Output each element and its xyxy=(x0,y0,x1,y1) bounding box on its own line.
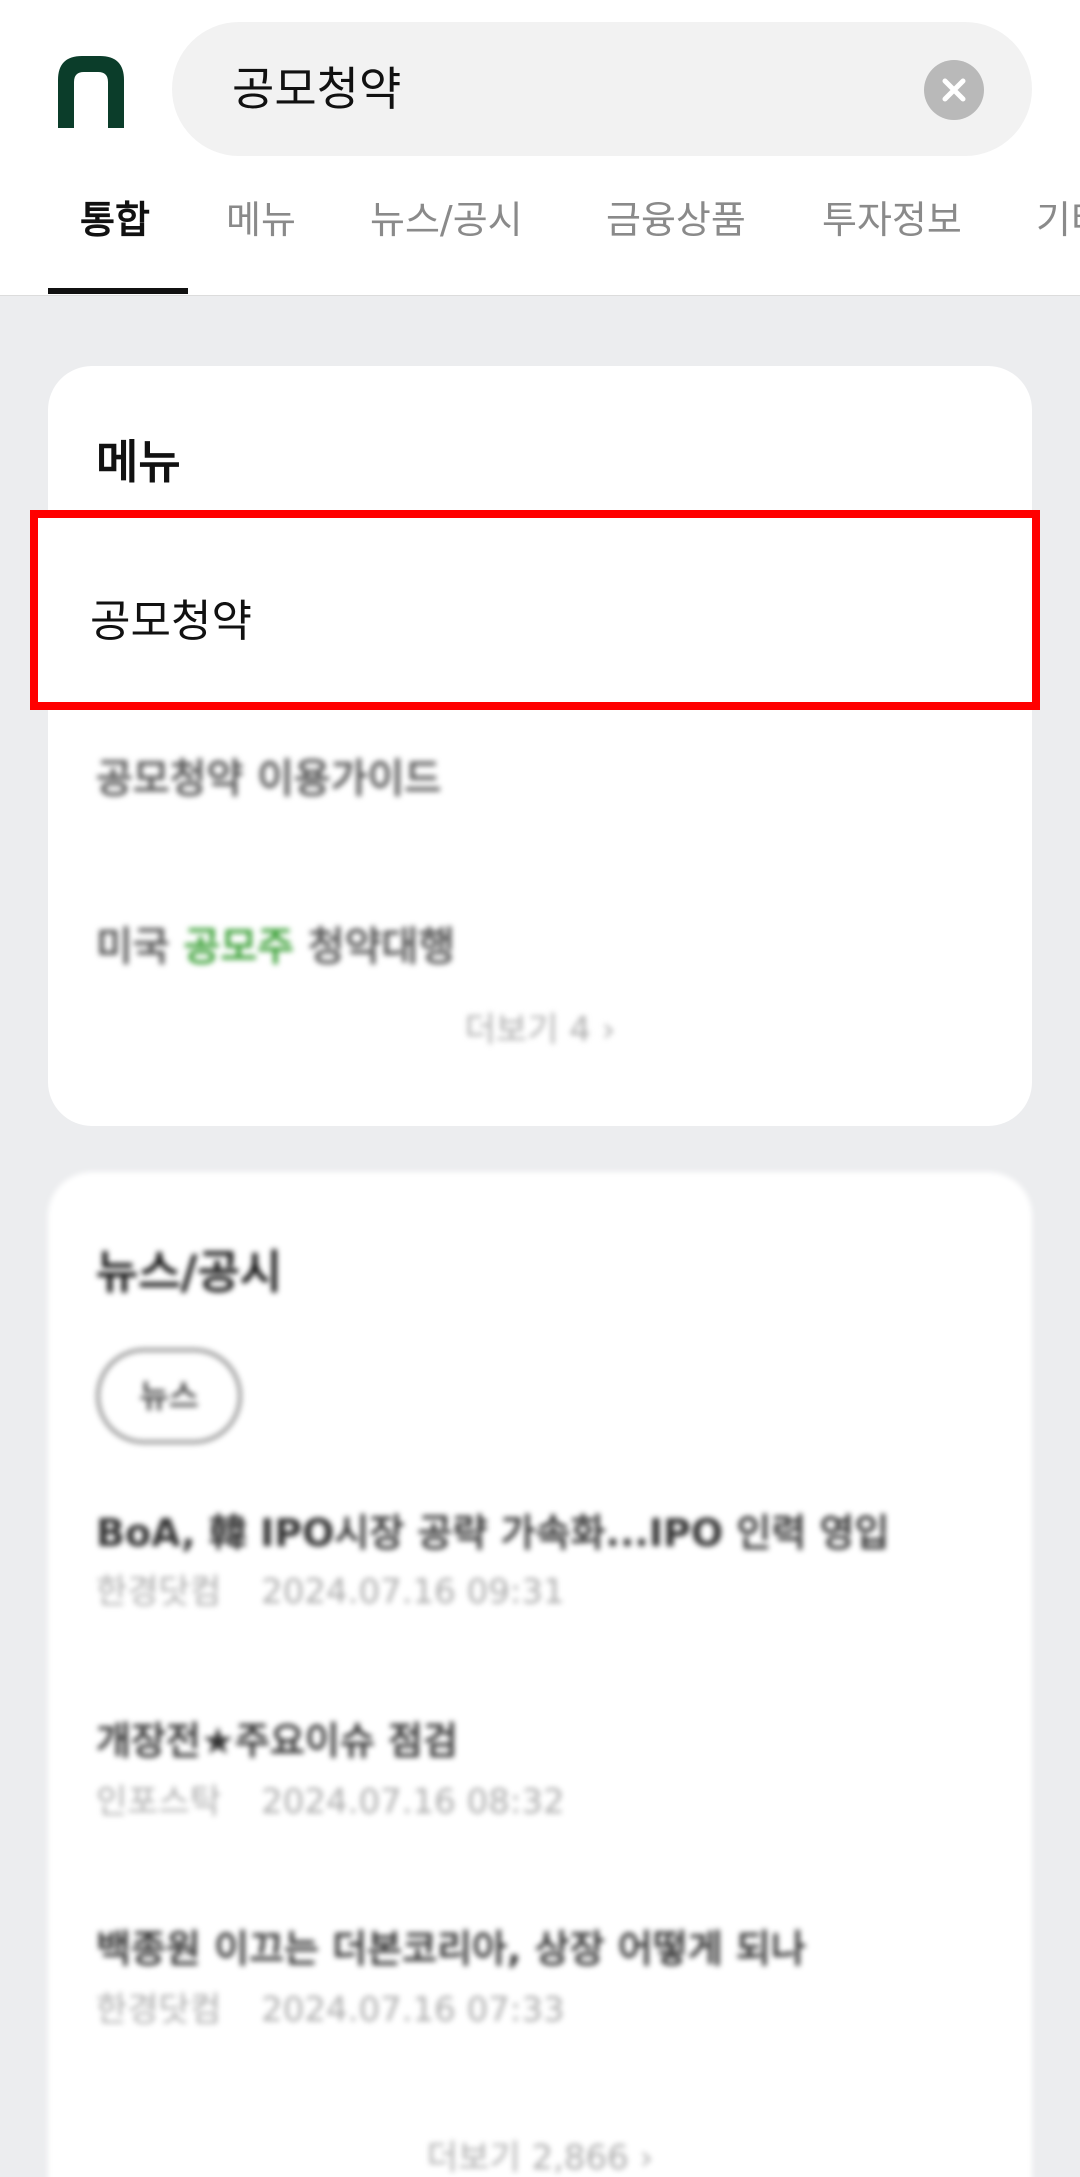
news-more-link[interactable]: 더보기 2,866 › xyxy=(48,2130,1032,2177)
brand-logo-icon[interactable] xyxy=(58,56,124,128)
menu-section-title: 메뉴 xyxy=(96,435,181,489)
menu-section-card: 메뉴 공모청약 이용가이드 미국 공모주 청약대행 더보기 4 › xyxy=(48,366,1032,1126)
clear-search-button[interactable] xyxy=(924,60,984,120)
search-bar[interactable]: 공모청약 xyxy=(172,22,1032,156)
news-item-meta: 한경닷컴 2024.07.16 07:33 xyxy=(96,1990,565,2030)
header: 공모청약 통합 메뉴 뉴스/공시 금융상품 투자정보 기타 xyxy=(0,0,1080,296)
menu-more-link[interactable]: 더보기 4 › xyxy=(48,1002,1032,1051)
news-filter-pill[interactable]: 뉴스 xyxy=(96,1348,242,1444)
tab-menu[interactable]: 메뉴 xyxy=(226,180,296,296)
active-tab-indicator xyxy=(48,288,188,294)
news-item-title[interactable]: 백종원 이끄는 더본코리아, 상장 어떻게 되나 xyxy=(96,1918,806,1973)
menu-item-ipo-guide[interactable]: 공모청약 이용가이드 xyxy=(96,746,441,804)
news-section-card: 뉴스/공시 뉴스 BoA, 韓 IPO시장 공략 가속화...IPO 인력 영입… xyxy=(48,1172,1032,2177)
news-item-title[interactable]: 개장전★주요이슈 점검 xyxy=(96,1710,458,1765)
close-icon xyxy=(942,78,966,102)
tab-news[interactable]: 뉴스/공시 xyxy=(370,180,523,296)
news-section-title: 뉴스/공시 xyxy=(96,1245,283,1299)
search-input[interactable]: 공모청약 xyxy=(232,22,401,156)
tab-investment-info[interactable]: 투자정보 xyxy=(822,180,962,296)
tab-financial-products[interactable]: 금융상품 xyxy=(606,180,746,296)
tab-all[interactable]: 통합 xyxy=(80,180,150,296)
news-item-meta: 인포스탁 2024.07.16 08:32 xyxy=(96,1782,565,1822)
menu-item-us-ipo[interactable]: 미국 공모주 청약대행 xyxy=(96,914,455,972)
tab-bar: 통합 메뉴 뉴스/공시 금융상품 투자정보 기타 xyxy=(0,180,1080,296)
news-item-title[interactable]: BoA, 韓 IPO시장 공략 가속화...IPO 인력 영입 xyxy=(96,1502,889,1557)
tab-etc[interactable]: 기타 xyxy=(1036,180,1080,296)
menu-item-ipo-subscription-label: 공모청약 xyxy=(90,596,252,647)
news-item-meta: 한경닷컴 2024.07.16 09:31 xyxy=(96,1572,565,1612)
